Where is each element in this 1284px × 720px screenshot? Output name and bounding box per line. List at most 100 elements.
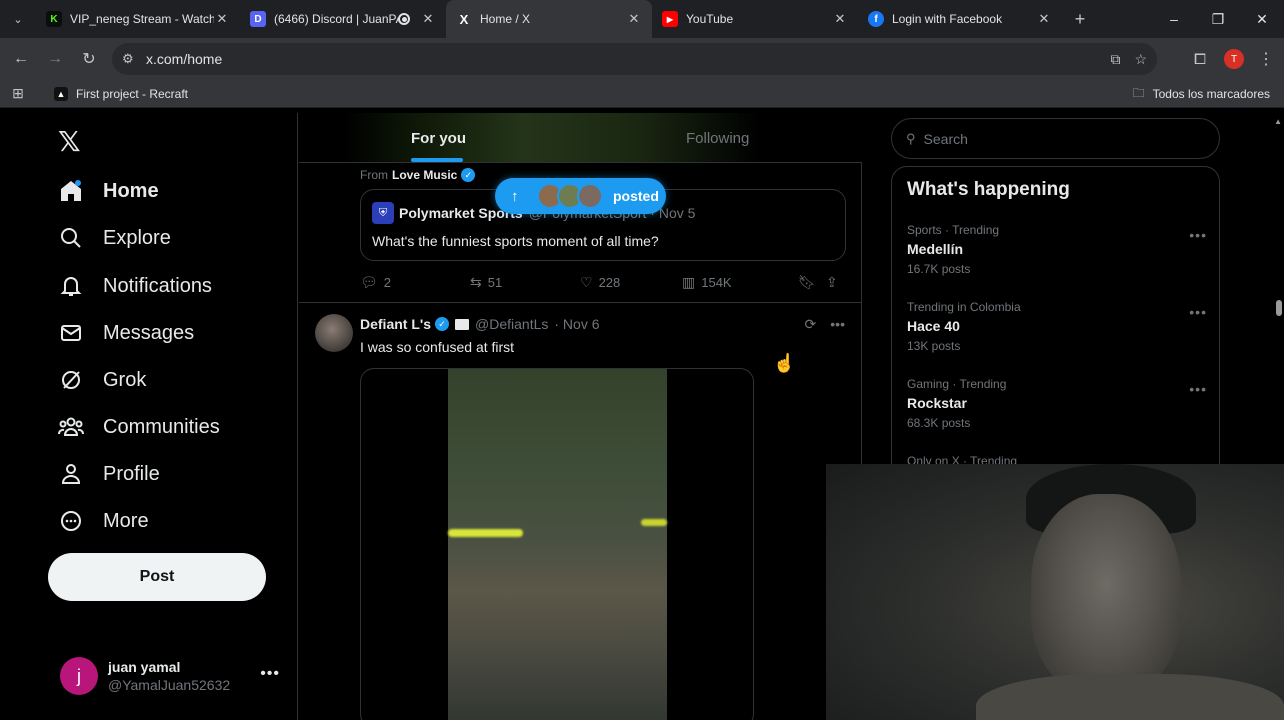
new-posts-pill[interactable]: ↑ posted: [495, 178, 666, 214]
more-dots-icon[interactable]: •••: [1189, 304, 1207, 320]
like-count: 228: [598, 274, 621, 290]
quote-text: What's the funniest sports moment of all…: [372, 233, 659, 249]
sidebar-item-home[interactable]: Home: [58, 174, 159, 208]
trend-context: Gaming · Trending: [907, 377, 1007, 391]
tab-search-chevron-icon[interactable]: ⌄: [0, 0, 36, 38]
search-input[interactable]: ⚲ Search: [891, 118, 1220, 159]
more-dots-icon[interactable]: •••: [260, 665, 280, 683]
bookmark-star-icon[interactable]: ☆: [1134, 51, 1147, 68]
window-close-icon[interactable]: ✕: [1240, 0, 1284, 38]
trend-count: 16.7K posts: [907, 262, 971, 276]
sidebar-item-notifications[interactable]: Notifications: [58, 269, 212, 303]
bell-icon: [58, 273, 84, 299]
grok-explain-icon[interactable]: ⟳: [805, 316, 817, 333]
scrollbar-thumb[interactable]: [1276, 300, 1282, 316]
tab-x-home[interactable]: X Home / X ✕: [446, 0, 652, 38]
restore-icon[interactable]: ❐: [1196, 0, 1240, 38]
url-text[interactable]: x.com/home: [146, 51, 222, 67]
sidebar-item-label: Grok: [103, 368, 147, 391]
close-icon[interactable]: ✕: [626, 11, 642, 27]
back-icon[interactable]: ←: [4, 42, 38, 76]
tweet-header-icons: ⟳ •••: [805, 316, 845, 333]
tweet-text: I was so confused at first: [360, 339, 515, 355]
from-prefix: From: [360, 168, 388, 182]
trend-name: Hace 40: [907, 318, 960, 334]
extensions-icon[interactable]: ⧠: [1188, 51, 1212, 68]
address-bar[interactable]: ⚙ x.com/home ⧉ ☆: [112, 43, 1157, 75]
reload-icon[interactable]: ↻: [72, 42, 106, 76]
affiliate-badge-icon: [455, 318, 470, 330]
like-button[interactable]: ♡ 228: [580, 274, 682, 291]
main-feed: For you Following From Love Music ✓ ⛨ Po…: [299, 113, 862, 720]
repost-button[interactable]: ⇆ 51: [470, 274, 580, 291]
more-dots-icon[interactable]: •••: [830, 316, 845, 333]
site-info-icon[interactable]: ⚙: [122, 51, 146, 67]
sidebar-item-messages[interactable]: Messages: [58, 316, 194, 350]
trend-item[interactable]: Gaming · Trending Rockstar 68.3K posts •…: [907, 377, 1207, 430]
tab-title: Login with Facebook: [892, 12, 1003, 26]
forward-icon[interactable]: →: [38, 42, 72, 76]
avatar: [577, 183, 603, 209]
post-button[interactable]: Post: [48, 553, 266, 601]
account-switcher[interactable]: j juan yamal @YamalJuan52632 •••: [60, 653, 290, 699]
close-icon[interactable]: ✕: [1036, 11, 1052, 27]
trend-item[interactable]: Sports · Trending Medellín 16.7K posts •…: [907, 223, 1207, 276]
tab-facebook[interactable]: f Login with Facebook ✕: [858, 0, 1062, 38]
sidebar-item-label: Home: [103, 179, 159, 202]
tweet-author-handle[interactable]: @DefiantLs: [475, 316, 548, 332]
tab-title: VIP_neneg Stream - Watch L: [70, 12, 214, 26]
close-icon[interactable]: ✕: [832, 11, 848, 27]
trend-name: Rockstar: [907, 395, 967, 411]
from-source-link[interactable]: Love Music: [392, 168, 457, 182]
repost-icon: ⇆: [470, 273, 482, 290]
more-dots-icon[interactable]: •••: [1189, 227, 1207, 243]
video-frame: [448, 369, 667, 720]
sidebar-item-more[interactable]: More: [58, 504, 149, 538]
tab-youtube[interactable]: ▶ YouTube ✕: [652, 0, 858, 38]
tab-discord[interactable]: D (6466) Discord | JuanPA ✕: [240, 0, 446, 38]
more-dots-icon[interactable]: •••: [1189, 381, 1207, 397]
account-name: juan yamal: [108, 659, 181, 675]
grok-icon: [58, 367, 84, 393]
all-bookmarks[interactable]: 🗀 Todos los marcadores: [1133, 80, 1270, 108]
avatar[interactable]: [315, 314, 353, 352]
reply-button[interactable]: 💬︎ 2: [360, 274, 470, 291]
sidebar-item-profile[interactable]: Profile: [58, 457, 160, 491]
tab-for-you[interactable]: For you: [411, 113, 466, 163]
sidebar-item-grok[interactable]: Grok: [58, 363, 146, 397]
profile-avatar[interactable]: T: [1224, 49, 1244, 69]
trend-item[interactable]: Trending in Colombia Hace 40 13K posts •…: [907, 300, 1207, 353]
close-icon[interactable]: ✕: [214, 11, 230, 27]
active-tab-indicator: [411, 158, 463, 162]
tweet-author-name[interactable]: Defiant L's: [360, 316, 431, 332]
tweet-date[interactable]: · Nov 6: [554, 316, 599, 332]
scroll-up-arrow-icon[interactable]: ▲: [1274, 117, 1282, 126]
minimize-icon[interactable]: –: [1152, 0, 1196, 38]
trend-context: Sports · Trending: [907, 223, 1000, 237]
tab-kick[interactable]: K VIP_neneg Stream - Watch L ✕: [36, 0, 240, 38]
x-logo-icon[interactable]: 𝕏: [58, 125, 81, 158]
tab-following[interactable]: Following: [686, 113, 749, 163]
new-posts-label: posted: [613, 188, 659, 204]
share-button[interactable]: ⇪: [826, 274, 838, 291]
browser-menu-icon[interactable]: ⋮: [1256, 49, 1276, 69]
apps-grid-icon[interactable]: ⊞: [0, 85, 36, 102]
bookmark-recraft[interactable]: ▲ First project - Recraft: [54, 86, 188, 101]
views-button[interactable]: ▥ 154K: [682, 274, 798, 291]
sidebar-item-label: Messages: [103, 321, 195, 344]
facebook-favicon-icon: f: [868, 11, 884, 27]
person-icon: [58, 461, 84, 487]
view-count: 154K: [701, 274, 732, 290]
tweet-video[interactable]: [360, 368, 754, 720]
divider: [299, 302, 862, 303]
left-sidebar: 𝕏 Home Explore Notifications Messages Gr…: [0, 113, 298, 720]
webcam-overlay: [826, 464, 1284, 720]
close-icon[interactable]: ✕: [420, 11, 436, 27]
sidebar-item-communities[interactable]: Communities: [58, 410, 220, 444]
sidebar-item-explore[interactable]: Explore: [58, 221, 171, 255]
new-tab-icon[interactable]: +: [1062, 9, 1098, 30]
tab-title: Home / X: [480, 12, 531, 26]
install-app-icon[interactable]: ⧉: [1110, 51, 1120, 68]
discord-favicon-icon: D: [250, 11, 266, 27]
bookmark-button[interactable]: 🔖︎: [798, 274, 826, 291]
